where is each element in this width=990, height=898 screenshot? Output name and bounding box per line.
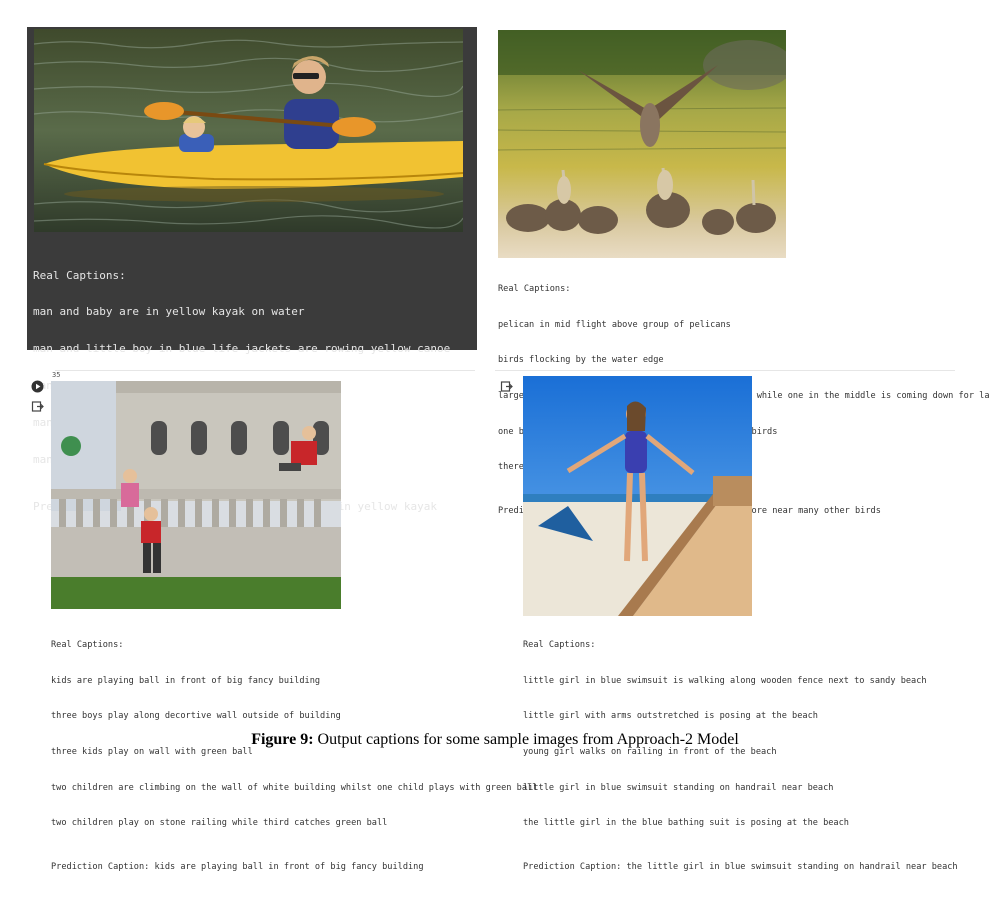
figure-label: Figure 9: [251, 731, 314, 748]
captions-block: Real Captions: kids are playing ball in … [51, 616, 537, 898]
output-panel-kayak: Real Captions: man and baby are in yello… [27, 27, 477, 513]
captions-block: Real Captions: little girl in blue swims… [523, 616, 958, 898]
caption-line: the little girl in the blue bathing suit… [523, 818, 849, 829]
output-icon[interactable] [500, 378, 513, 392]
real-captions-label: Real Captions: [523, 639, 596, 650]
output-icon[interactable] [31, 398, 44, 412]
real-captions-label: Real Captions: [51, 639, 124, 650]
caption-line: two children are climbing on the wall of… [51, 782, 538, 793]
run-cell-icon[interactable] [31, 378, 44, 393]
caption-line: man and little boy in blue life jackets … [33, 342, 451, 356]
output-panel-pelicans: Real Captions: pelican in mid flight abo… [495, 27, 990, 516]
real-captions-label: Real Captions: [33, 268, 126, 282]
caption-line: man and baby are in yellow kayak on wate… [33, 305, 305, 319]
caption-line: pelican in mid flight above group of pel… [498, 319, 731, 330]
real-captions-label: Real Captions: [498, 283, 571, 294]
prediction-caption: Prediction Caption: kids are playing bal… [51, 862, 424, 873]
prediction-caption: Prediction Caption: the little girl in b… [523, 862, 958, 873]
caption-line: little girl in blue swimsuit is walking … [523, 675, 927, 686]
caption-line: two children play on stone railing while… [51, 818, 388, 829]
caption-line: little girl with arms outstretched is po… [523, 711, 818, 722]
building-photo [51, 381, 341, 609]
cell-divider [55, 370, 475, 371]
figure-caption: Figure 9: Output captions for some sampl… [0, 731, 990, 749]
kayak-photo [34, 29, 463, 232]
beach-photo [523, 376, 752, 616]
cell-divider [495, 370, 955, 371]
caption-line: birds flocking by the water edge [498, 355, 664, 366]
cell-number: 35 [52, 371, 61, 379]
caption-line: kids are playing ball in front of big fa… [51, 675, 321, 686]
caption-line: three boys play along decortive wall out… [51, 711, 341, 722]
pelicans-photo [498, 30, 786, 258]
output-panel-beach: Real Captions: little girl in blue swims… [495, 370, 965, 872]
output-panel-building: 35 Real Captions: kids are playing ball … [27, 370, 537, 872]
caption-line: little girl in blue swimsuit standing on… [523, 782, 834, 793]
figure-text: Output captions for some sample images f… [317, 731, 739, 748]
